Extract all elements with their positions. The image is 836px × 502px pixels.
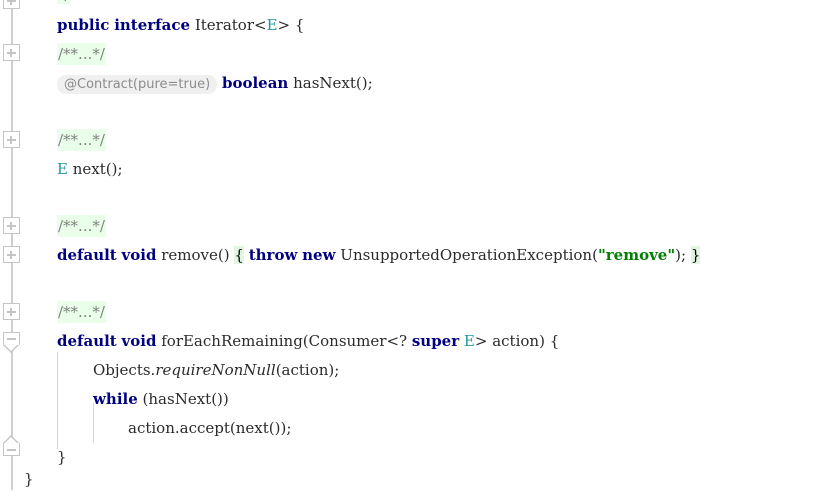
code-token-brace-hl: {	[234, 246, 244, 264]
code-token-kw: default	[57, 332, 117, 350]
fold-arrow-tip-inner	[4, 437, 18, 444]
code-token-kw: new	[302, 246, 336, 264]
folded-comment-placeholder[interactable]: /**...*/	[57, 215, 106, 237]
clipped-folded-comment-top: */	[57, 0, 70, 4]
code-token-type: E	[57, 160, 68, 178]
code-token-str: "remove"	[597, 246, 676, 264]
fold-marker-method-remove[interactable]	[3, 246, 20, 263]
inlay-hint-contract[interactable]: @Contract(pure=true)	[57, 75, 218, 94]
code-token-kw: super	[411, 332, 460, 350]
line-hasnext-signature[interactable]: @Contract(pure=true) boolean hasNext();	[57, 69, 373, 98]
line-folded-javadoc-next[interactable]: /**...*/	[57, 126, 106, 155]
fold-marker-javadoc-hasnext[interactable]	[3, 44, 20, 61]
code-token-ident: action.accept(next());	[128, 419, 292, 437]
code-token-ident: );	[675, 246, 687, 264]
code-token-type: E	[266, 16, 278, 34]
fold-plus-vertical-bar	[10, 0, 12, 5]
fold-plus-vertical-bar	[10, 222, 12, 230]
code-token-kw: interface	[114, 16, 191, 34]
fold-minus-bar	[7, 338, 16, 340]
code-token-ident: forEachRemaining(Consumer<?	[161, 332, 408, 350]
code-token-brace: }	[24, 470, 34, 488]
code-token-ident: remove()	[161, 246, 230, 264]
fold-plus-vertical-bar	[10, 251, 12, 259]
code-token-kw: default	[57, 246, 117, 264]
code-content-area[interactable]: */public interface Iterator<E> {/**...*/…	[24, 0, 836, 502]
folded-comment-placeholder[interactable]: /**...*/	[57, 129, 106, 151]
indent-guide-method-body	[57, 352, 58, 449]
line-while-hasnext[interactable]: while (hasNext())	[93, 385, 229, 414]
fold-plus-vertical-bar	[10, 308, 12, 316]
fold-marker-clipped-top[interactable]	[3, 0, 20, 9]
code-token-ident: (action);	[275, 361, 340, 379]
line-folded-javadoc-remove[interactable]: /**...*/	[57, 212, 106, 241]
code-token-kw: void	[121, 246, 157, 264]
line-interface-close-brace[interactable]: }	[24, 465, 34, 494]
fold-marker-javadoc-next[interactable]	[3, 131, 20, 148]
line-folded-javadoc-foreachremaining[interactable]: /**...*/	[57, 298, 106, 327]
fold-marker-method-foreachremaining-start[interactable]	[3, 332, 20, 353]
folded-comment-placeholder[interactable]: /**...*/	[57, 301, 106, 323]
line-folded-javadoc-hasnext[interactable]: /**...*/	[57, 40, 106, 69]
fold-plus-vertical-bar	[10, 136, 12, 144]
fold-marker-javadoc-foreachremaining[interactable]	[3, 303, 20, 320]
code-token-static-m: requireNonNull	[155, 361, 276, 379]
line-foreachremaining-close-brace[interactable]: }	[57, 443, 67, 472]
line-action-accept[interactable]: action.accept(next());	[128, 414, 291, 443]
code-token-ident: Iterator	[194, 16, 254, 34]
code-token-kw: while	[93, 390, 138, 408]
line-requirenonnull[interactable]: Objects.requireNonNull(action);	[93, 356, 339, 385]
code-token-kw: void	[121, 332, 157, 350]
line-next-signature[interactable]: E next();	[57, 155, 123, 184]
fold-marker-method-foreachremaining-end[interactable]	[3, 435, 20, 456]
code-token-ident: UnsupportedOperationException(	[340, 246, 598, 264]
fold-rail	[11, 0, 13, 490]
code-token-ident: Objects.	[93, 361, 156, 379]
code-token-brace: {	[294, 16, 305, 34]
line-foreachremaining-signature[interactable]: default void forEachRemaining(Consumer<?…	[57, 327, 559, 356]
code-editor-pane[interactable]: */public interface Iterator<E> {/**...*/…	[0, 0, 836, 502]
code-token-brace-hl: }	[690, 246, 701, 264]
folded-comment-placeholder[interactable]: /**...*/	[57, 43, 106, 65]
fold-marker-javadoc-remove[interactable]	[3, 217, 20, 234]
code-token-kw: public	[57, 16, 110, 34]
line-interface-declaration[interactable]: public interface Iterator<E> {	[57, 11, 304, 40]
code-token-ident: > action)	[474, 332, 545, 350]
code-token-ident: hasNext();	[293, 74, 373, 92]
code-token-brace: }	[57, 448, 67, 466]
line-remove-method[interactable]: default void remove() { throw new Unsupp…	[57, 241, 701, 270]
code-token-brace: {	[549, 332, 560, 350]
code-token-type: E	[463, 332, 475, 350]
fold-minus-bar	[7, 449, 16, 451]
editor-gutter[interactable]	[0, 0, 24, 502]
code-token-kw: throw	[248, 246, 298, 264]
code-token-punct: >	[277, 16, 291, 34]
code-token-ident: (hasNext())	[142, 390, 229, 408]
indent-guide-while-body	[93, 403, 94, 443]
fold-arrow-tip-inner	[4, 344, 18, 351]
fold-plus-vertical-bar	[10, 49, 12, 57]
code-token-kw: boolean	[221, 74, 289, 92]
code-token-punct: <	[254, 16, 267, 34]
code-token-ident: next();	[72, 160, 123, 178]
